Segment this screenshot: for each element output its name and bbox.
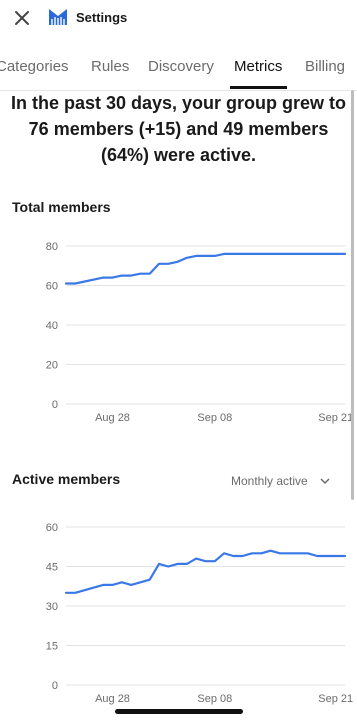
top-bar: Settings [0, 0, 357, 36]
x-tick-label: Sep 21 [318, 412, 353, 424]
tab-categories[interactable]: Categories [0, 58, 69, 75]
y-tick-label: 15 [46, 641, 58, 653]
summary-line-1: In the past 30 days, your group grew to [10, 93, 347, 113]
y-tick-label: 0 [52, 680, 58, 692]
metrics-summary: In the past 30 days, your group grew to … [0, 90, 357, 168]
y-tick-label: 45 [46, 562, 58, 574]
total-members-chart: 0 20 40 60 80 Aug 28 Sep 08 Sep 21 [46, 241, 353, 424]
series-line [64, 252, 347, 285]
y-tick-label: 0 [52, 399, 58, 411]
tab-rules[interactable]: Rules [91, 58, 129, 75]
settings-tabs: Categories Rules Discovery Metrics Billi… [0, 42, 357, 91]
x-tick-label: Sep 08 [197, 412, 232, 424]
active-tab-indicator [230, 86, 287, 89]
active-period-dropdown[interactable]: Monthly active [231, 472, 330, 490]
x-tick-label: Sep 08 [197, 693, 232, 705]
y-tick-label: 60 [46, 522, 58, 534]
summary-line-3: (64%) were active. [100, 145, 257, 165]
close-icon[interactable] [12, 8, 32, 28]
series-line [64, 549, 347, 594]
y-tick-label: 80 [46, 241, 58, 253]
home-indicator [115, 709, 243, 714]
active-members-chart: 0 15 30 45 60 Aug 28 Sep 08 Sep 21 [46, 522, 353, 705]
y-tick-label: 30 [46, 601, 58, 613]
page-title: Settings [76, 10, 128, 25]
tab-metrics[interactable]: Metrics [234, 58, 282, 75]
y-tick-label: 60 [46, 281, 58, 293]
active-members-title: Active members [12, 471, 121, 487]
x-tick-label: Sep 21 [318, 693, 353, 705]
members-logo-icon [49, 9, 67, 25]
summary-line-2: 76 members (+15) and 49 members [28, 119, 329, 139]
tab-discovery[interactable]: Discovery [148, 58, 214, 75]
scrollbar[interactable] [351, 90, 354, 500]
y-tick-label: 40 [46, 320, 58, 332]
tab-billing[interactable]: Billing [305, 58, 345, 75]
dropdown-label: Monthly active [231, 474, 308, 488]
total-members-title: Total members [12, 199, 111, 215]
chevron-down-icon [320, 478, 330, 484]
y-tick-label: 20 [46, 360, 58, 372]
x-tick-label: Aug 28 [95, 693, 130, 705]
x-tick-label: Aug 28 [95, 412, 130, 424]
